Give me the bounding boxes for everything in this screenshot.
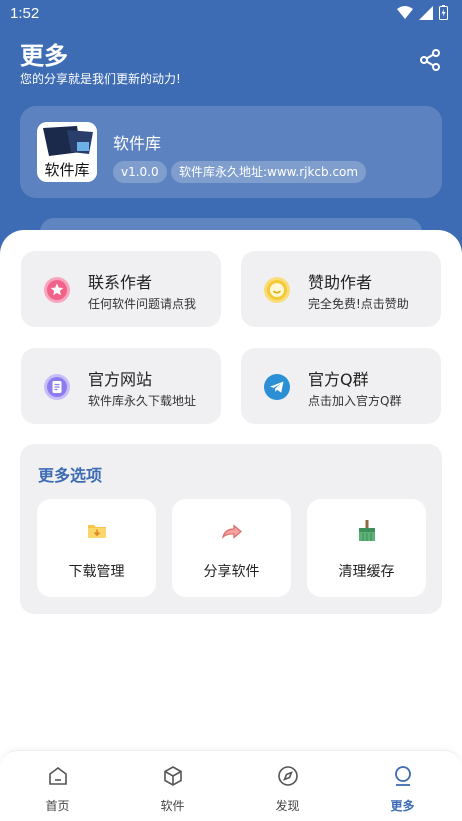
sponsor-author-card[interactable]: 赞助作者 完全免费!点击赞助: [241, 251, 441, 327]
share-software-tile[interactable]: 分享软件: [172, 499, 291, 597]
share-arrow-icon: [221, 524, 242, 539]
tile-label: 分享软件: [203, 564, 260, 580]
status-icons: [397, 5, 448, 20]
app-name: 软件库: [113, 134, 162, 153]
action-title: 官方网站: [88, 370, 153, 389]
action-subtitle: 完全免费!点击赞助: [308, 297, 409, 311]
share-button[interactable]: [418, 48, 442, 72]
svg-text:软件库: 软件库: [44, 161, 89, 179]
star-icon: [44, 277, 70, 303]
action-title: 官方Q群: [308, 370, 369, 389]
action-subtitle: 任何软件问题请点我: [88, 297, 197, 311]
status-bar: 1:52: [0, 0, 462, 26]
action-title: 联系作者: [88, 273, 153, 292]
nav-label: 更多: [390, 799, 415, 813]
signal-icon: [419, 5, 433, 20]
nav-discover[interactable]: 发现: [230, 751, 345, 821]
action-subtitle: 点击加入官方Q群: [308, 394, 402, 408]
nav-label: 软件: [160, 799, 185, 813]
status-time: 1:52: [10, 5, 40, 22]
nav-more[interactable]: 更多: [345, 751, 460, 821]
broom-icon: [359, 520, 375, 541]
page-subtitle: 您的分享就是我们更新的动力!: [20, 72, 181, 86]
nav-label: 发现: [275, 799, 300, 813]
cube-icon: [164, 766, 182, 786]
nav-home[interactable]: 首页: [0, 751, 115, 821]
contact-author-card[interactable]: 联系作者 任何软件问题请点我: [21, 251, 221, 327]
more-options-panel: 更多选项 下载管理 分享软件 清理缓存: [20, 444, 442, 614]
action-subtitle: 软件库永久下载地址: [88, 394, 197, 408]
share-icon: [420, 49, 440, 71]
nav-label: 首页: [45, 799, 70, 813]
battery-icon: [439, 5, 448, 20]
home-icon: [49, 767, 67, 785]
telegram-icon: [264, 374, 290, 400]
page-title: 更多: [20, 42, 68, 70]
compass-icon: [278, 766, 298, 786]
folder-download-icon: [88, 525, 106, 538]
action-title: 赞助作者: [308, 273, 373, 292]
more-options-title: 更多选项: [38, 466, 103, 485]
nav-software[interactable]: 软件: [115, 751, 230, 821]
smile-icon: [264, 277, 290, 303]
version-chip: v1.0.0: [113, 161, 167, 183]
clear-cache-tile[interactable]: 清理缓存: [307, 499, 426, 597]
app-info-card: 软件库 软件库 v1.0.0 软件库永久地址:www.rjkcb.com: [20, 106, 442, 198]
profile-icon: [395, 766, 411, 786]
document-icon: [44, 374, 70, 400]
qq-group-card[interactable]: 官方Q群 点击加入官方Q群: [241, 348, 441, 424]
wifi-icon: [397, 5, 413, 19]
download-manager-tile[interactable]: 下载管理: [37, 499, 156, 597]
app-logo: 软件库: [37, 122, 97, 182]
tile-label: 清理缓存: [338, 564, 395, 580]
official-website-card[interactable]: 官方网站 软件库永久下载地址: [21, 348, 221, 424]
bottom-navigation: 首页 软件 发现 更多: [0, 750, 462, 821]
tile-label: 下载管理: [68, 564, 125, 580]
url-chip: 软件库永久地址:www.rjkcb.com: [171, 161, 367, 183]
